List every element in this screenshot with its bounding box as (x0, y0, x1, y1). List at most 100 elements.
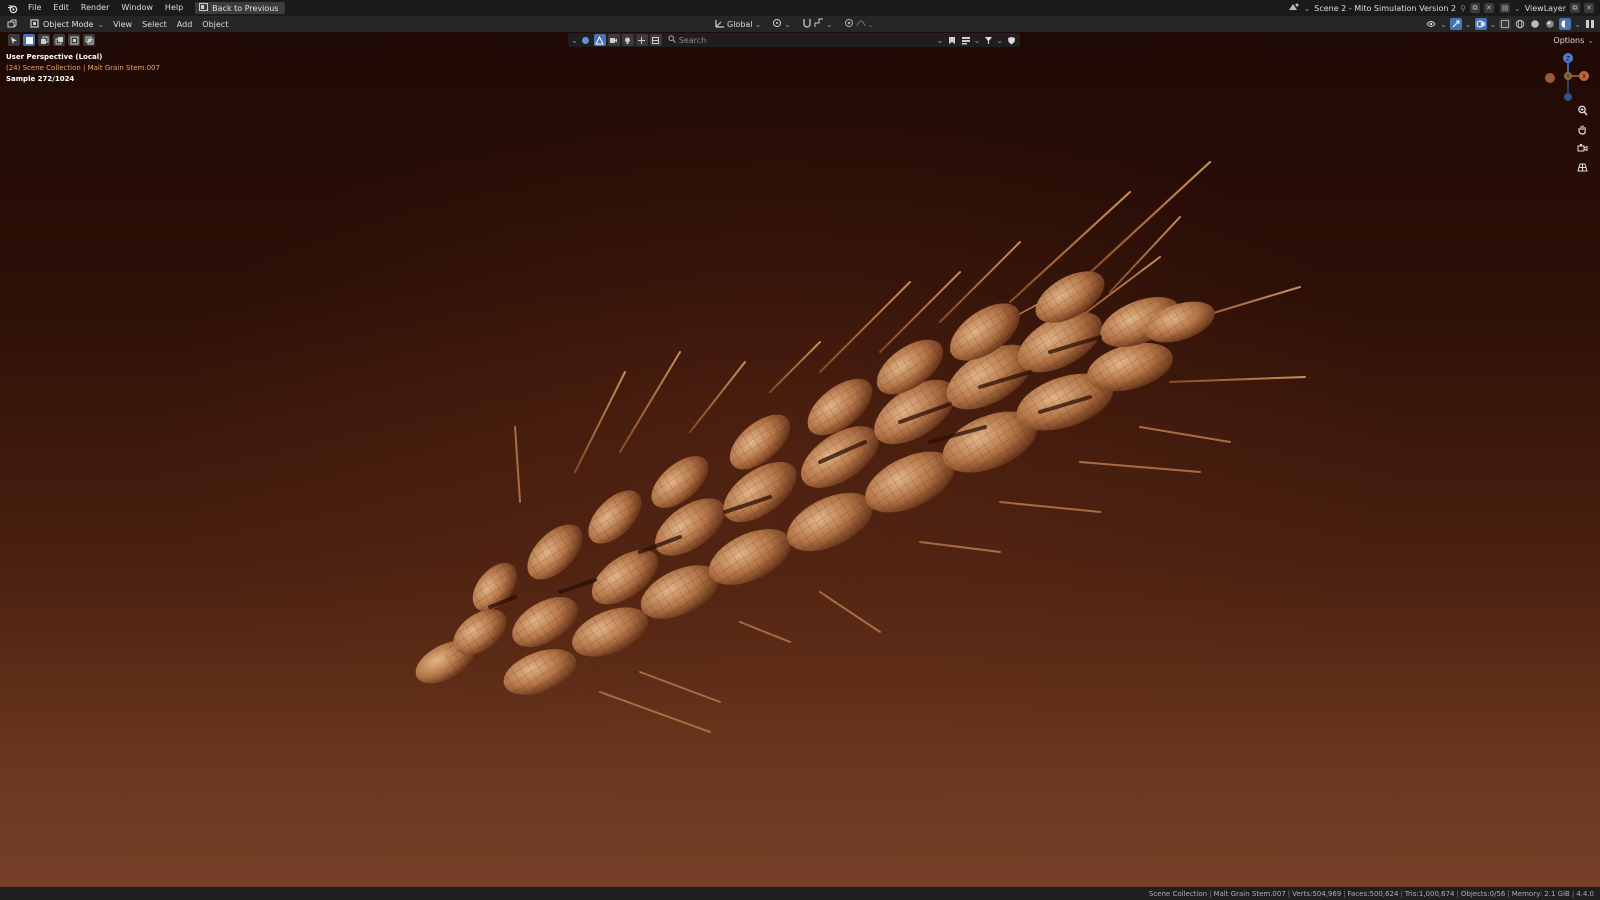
back-to-previous-button[interactable]: Back to Previous (195, 2, 285, 14)
menu-edit[interactable]: Edit (47, 0, 75, 16)
object-mode-label: Object Mode (43, 19, 94, 29)
object-mode-icon (30, 18, 39, 30)
pivot-point-dropdown[interactable]: ⌄ (769, 18, 794, 30)
status-collection: Scene Collection (1148, 889, 1208, 898)
chevron-down-icon[interactable]: ⌄ (937, 36, 944, 45)
material-shading-icon[interactable] (1544, 18, 1556, 30)
gizmo-neg-z-axis[interactable] (1564, 93, 1572, 101)
select-subtract-icon[interactable] (53, 34, 65, 46)
filter-camera-icon[interactable] (607, 34, 620, 46)
select-new-icon[interactable] (23, 34, 35, 46)
blender-logo-icon[interactable] (6, 2, 18, 14)
filter-icon[interactable] (982, 34, 994, 46)
select-extend-icon[interactable] (38, 34, 50, 46)
wheat-grain-render (400, 160, 1311, 752)
transform-tools: Global ⌄ ⌄ ⌄ ⌄ (712, 18, 877, 30)
pivot-icon (772, 18, 782, 30)
chevron-down-icon: ⌄ (97, 19, 105, 29)
back-icon (199, 3, 209, 13)
header-object-menu[interactable]: Object (197, 20, 233, 29)
orientation-label: Global (727, 19, 753, 29)
menu-file[interactable]: File (22, 0, 47, 16)
outliner-search-input[interactable]: Search (668, 35, 935, 45)
filter-mesh-icon[interactable] (593, 34, 606, 46)
snapping-toggle[interactable]: ⌄ (799, 18, 836, 30)
gizmo-toggle-icon[interactable] (1449, 18, 1462, 30)
chevron-down-icon: ⌄ (825, 19, 833, 29)
pin-icon[interactable]: ⚲ (1460, 4, 1466, 13)
chevron-down-icon: ⌄ (1489, 19, 1497, 29)
viewport-collection-label: (24) Scene Collection | Malt Grain Stem.… (6, 64, 160, 72)
header-view-menu[interactable]: View (108, 20, 137, 29)
viewport-navigation-buttons (1575, 104, 1589, 173)
chevron-down-icon: ⌄ (784, 19, 791, 29)
select-invert-icon[interactable] (68, 34, 80, 46)
options-label: Options (1553, 35, 1585, 45)
view-layer-selector[interactable]: ▤ ⌄ ViewLayer ⧉ ✕ (1500, 3, 1594, 13)
camera-view-icon[interactable] (1575, 142, 1589, 154)
proportional-editing-toggle[interactable]: ⌄ (841, 18, 878, 30)
bookmark-icon[interactable] (946, 34, 958, 46)
new-view-layer-icon[interactable]: ⧉ (1570, 3, 1580, 13)
header-add-menu[interactable]: Add (172, 20, 198, 29)
chevron-down-icon[interactable]: ⌄ (571, 36, 578, 45)
orientation-dropdown[interactable]: Global ⌄ (712, 18, 764, 30)
chevron-down-icon: ⌄ (1514, 3, 1521, 13)
zoom-icon[interactable] (1575, 104, 1589, 116)
status-faces: Faces:500,624 (1347, 889, 1399, 898)
render-sample-counter: Sample 272/1024 (6, 75, 75, 83)
display-mode-icon[interactable] (960, 34, 972, 46)
rendered-shading-icon[interactable] (1559, 18, 1572, 30)
3d-viewport[interactable]: ⌄ Search ⌄ ⌄ ⌄ Options ⌄ User Perspectiv… (0, 32, 1600, 887)
search-icon (668, 35, 676, 45)
menu-render[interactable]: Render (75, 0, 115, 16)
visibility-icon[interactable] (1425, 18, 1437, 30)
menu-help[interactable]: Help (159, 0, 189, 16)
gizmo-z-label: Z (1566, 56, 1570, 63)
filter-empty-icon[interactable] (635, 34, 648, 46)
wireframe-shading-icon[interactable] (1514, 18, 1526, 30)
gizmo-neg-x-axis[interactable] (1545, 73, 1555, 83)
gizmo-x-label: X (1582, 74, 1586, 81)
collection-icon[interactable] (580, 34, 592, 46)
delete-view-layer-icon[interactable]: ✕ (1584, 3, 1594, 13)
top-right-area: ⌄ Scene 2 - Mito Simulation Version 2 ⚲ … (1288, 0, 1600, 16)
scene-name: Scene 2 - Mito Simulation Version 2 (1314, 3, 1457, 13)
sidebar-toggle-icon[interactable] (1584, 18, 1596, 30)
editor-type-icon[interactable] (6, 18, 18, 30)
shield-icon[interactable] (1005, 34, 1017, 46)
selection-mode-toolbar (8, 34, 95, 46)
tweak-tool-icon[interactable] (8, 34, 20, 46)
chevron-down-icon: ⌄ (754, 19, 762, 29)
proportional-icon (844, 18, 854, 30)
status-memory: Memory: 2.1 GiB (1511, 889, 1570, 898)
filter-light-icon[interactable] (621, 34, 634, 46)
chevron-down-icon: ⌄ (867, 19, 875, 29)
chevron-down-icon[interactable]: ⌄ (974, 36, 981, 45)
view-layer-name: ViewLayer (1524, 3, 1566, 13)
scene-selector[interactable]: ⌄ Scene 2 - Mito Simulation Version 2 ⚲ … (1288, 2, 1494, 14)
orientation-icon (715, 19, 725, 30)
navigation-gizmo[interactable]: Z X Y (1536, 52, 1590, 106)
select-intersect-icon[interactable] (83, 34, 95, 46)
menu-window[interactable]: Window (115, 0, 159, 16)
filter-other-icon[interactable] (649, 34, 662, 46)
pan-hand-icon[interactable] (1575, 123, 1589, 135)
chevron-down-icon: ⌄ (1440, 19, 1447, 29)
new-scene-icon[interactable]: ⧉ (1470, 3, 1480, 13)
view-layer-icon: ▤ (1500, 3, 1510, 13)
wireframe-overlay (400, 178, 1248, 752)
xray-toggle-icon[interactable] (1499, 18, 1512, 30)
solid-shading-icon[interactable] (1529, 18, 1541, 30)
chevron-down-icon[interactable]: ⌄ (996, 36, 1003, 45)
perspective-toggle-icon[interactable] (1575, 161, 1589, 173)
header-select-menu[interactable]: Select (137, 20, 172, 29)
object-mode-dropdown[interactable]: Object Mode ⌄ (26, 18, 108, 30)
status-tris: Tris:1,000,674 (1404, 889, 1455, 898)
options-dropdown[interactable]: Options ⌄ (1553, 34, 1594, 46)
snap-target-icon (814, 18, 824, 30)
chevron-down-icon: ⌄ (1574, 19, 1581, 29)
delete-scene-icon[interactable]: ✕ (1484, 3, 1494, 13)
falloff-icon (856, 19, 866, 29)
overlays-toggle-icon[interactable] (1474, 18, 1487, 30)
